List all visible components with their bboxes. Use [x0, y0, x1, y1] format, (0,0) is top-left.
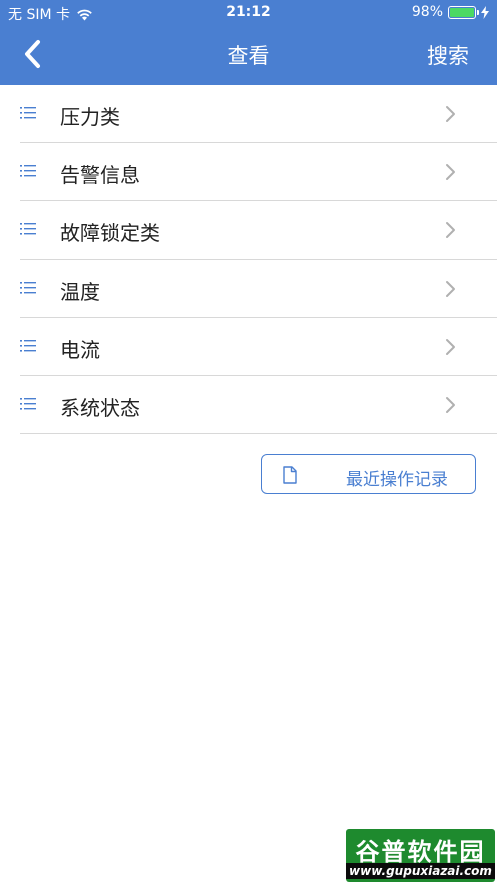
- chevron-right-icon: [446, 280, 455, 297]
- list-item-label: 故障锁定类: [60, 221, 160, 246]
- list-icon: [20, 107, 36, 119]
- list-icon: [20, 281, 36, 294]
- category-list: 压力类告警信息故障锁定类温度电流系统状态: [0, 85, 497, 435]
- chevron-right-icon: [446, 338, 455, 355]
- chevron-right-icon: [446, 222, 455, 239]
- status-right: 98%: [412, 4, 489, 20]
- recent-operations-button[interactable]: 最近操作记录: [261, 454, 476, 494]
- list-item[interactable]: 压力类: [20, 85, 497, 144]
- chevron-right-icon: [446, 106, 455, 122]
- battery-fill: [450, 7, 474, 17]
- list-item-label: 告警信息: [60, 163, 140, 188]
- list-item-label: 压力类: [60, 105, 120, 129]
- list-icon: [20, 223, 36, 235]
- watermark-logo: 谷普软件园 www.gupuxiazai.com: [346, 829, 495, 882]
- list-icon: [20, 339, 36, 352]
- battery-icon: [448, 5, 479, 19]
- list-item-label: 系统状态: [60, 395, 140, 420]
- chevron-right-icon: [446, 396, 455, 413]
- list-item-label: 温度: [60, 279, 100, 304]
- page-title: 查看: [227, 44, 270, 68]
- list-icon: [20, 397, 36, 410]
- list-item[interactable]: 故障锁定类: [20, 201, 497, 260]
- watermark-title: 谷普软件园: [355, 838, 486, 866]
- watermark-url: www.gupuxiazai.com: [346, 863, 495, 879]
- chevron-right-icon: [446, 164, 455, 181]
- list-item[interactable]: 温度: [20, 260, 497, 318]
- document-icon: [283, 466, 297, 484]
- recent-operations-label: 最近操作记录: [346, 470, 448, 490]
- nav-bar: 查看 搜索: [0, 26, 497, 85]
- list-item[interactable]: 电流: [20, 318, 497, 376]
- status-bar: 无 SIM 卡 21:12 98%: [0, 0, 497, 26]
- header: 无 SIM 卡 21:12 98% 查看 搜索: [0, 0, 497, 85]
- battery-percent: 98%: [411, 4, 443, 20]
- search-button[interactable]: 搜索: [427, 40, 469, 70]
- list-icon: [20, 165, 36, 177]
- charging-icon: [481, 5, 489, 19]
- list-item[interactable]: 系统状态: [20, 376, 497, 435]
- list-item-label: 电流: [60, 337, 100, 362]
- list-item[interactable]: 告警信息: [20, 143, 497, 202]
